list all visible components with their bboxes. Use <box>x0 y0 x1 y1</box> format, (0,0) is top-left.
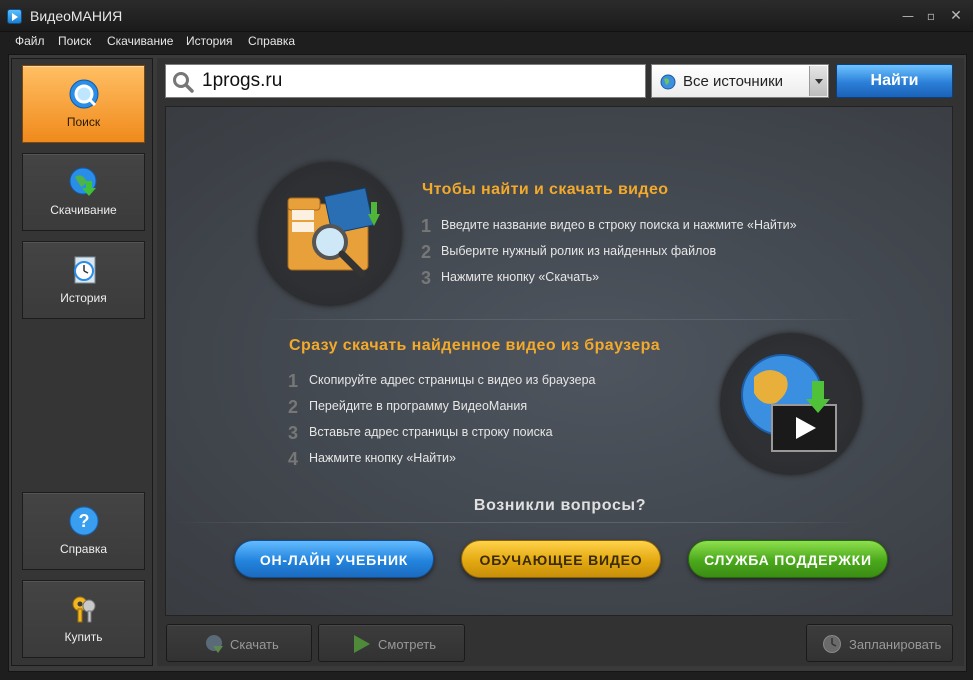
minimize-button[interactable]: — <box>897 6 919 26</box>
chevron-down-icon[interactable] <box>809 66 827 96</box>
sidebar-item-download[interactable]: Скачивание <box>22 153 145 231</box>
section2-step: Перейдите в программу ВидеоМания <box>309 399 528 413</box>
step-number: 4 <box>288 449 299 469</box>
menu-search[interactable]: Поиск <box>58 34 91 48</box>
menu-download[interactable]: Скачивание <box>107 34 173 48</box>
help-question-icon: ? <box>69 506 99 536</box>
download-globe-icon <box>69 167 97 196</box>
svg-text:?: ? <box>79 511 90 531</box>
section1-step: Нажмите кнопку «Скачать» <box>441 270 600 284</box>
menu-help[interactable]: Справка <box>248 34 295 48</box>
find-button[interactable]: Найти <box>836 64 953 98</box>
history-clock-icon <box>74 256 96 284</box>
clock-icon <box>823 635 841 653</box>
search-box[interactable] <box>165 64 646 98</box>
close-button[interactable]: ✕ <box>945 6 967 26</box>
training-video-button[interactable]: ОБУЧАЮЩЕЕ ВИДЕО <box>461 540 661 578</box>
schedule-button-label: Запланировать <box>849 637 942 652</box>
section1-title: Чтобы найти и скачать видео <box>422 181 669 198</box>
menu-file[interactable]: Файл <box>15 34 45 48</box>
search-input[interactable] <box>202 70 622 92</box>
title-bar: ВидеоМАНИЯ — ▫ ✕ <box>0 0 973 32</box>
step-number: 1 <box>421 216 432 236</box>
section2-step: Вставьте адрес страницы в строку поиска <box>309 425 553 439</box>
sidebar-item-label: Скачивание <box>50 203 117 217</box>
download-icon <box>206 635 223 653</box>
watch-button-label: Смотреть <box>378 637 436 652</box>
section1-step: Выберите нужный ролик из найденных файло… <box>441 244 717 258</box>
sidebar-item-label: История <box>60 291 107 305</box>
source-select[interactable]: Все источники <box>651 64 829 98</box>
browser-illustration <box>720 333 862 475</box>
section1-step: Введите название видео в строку поиска и… <box>441 218 797 232</box>
menu-history[interactable]: История <box>186 34 233 48</box>
step-number: 3 <box>421 268 432 288</box>
step-number: 3 <box>288 423 299 443</box>
download-button-label: Скачать <box>230 637 279 652</box>
step-number: 2 <box>421 242 432 262</box>
support-button[interactable]: СЛУЖБА ПОДДЕРЖКИ <box>688 540 888 578</box>
sidebar-item-help[interactable]: ? Справка <box>22 492 145 570</box>
watch-button[interactable]: Смотреть <box>318 624 465 662</box>
sidebar-item-label: Купить <box>64 630 103 644</box>
globe-video-download-icon <box>741 354 837 452</box>
maximize-button[interactable]: ▫ <box>920 6 942 26</box>
section-divider <box>265 319 865 320</box>
sidebar: Поиск Скачивание История ? Справка Купит… <box>11 58 153 666</box>
download-button[interactable]: Скачать <box>166 624 312 662</box>
folder-search-icon <box>287 187 380 278</box>
section2-step: Нажмите кнопку «Найти» <box>309 451 456 465</box>
sidebar-item-buy[interactable]: Купить <box>22 580 145 658</box>
section2-title: Сразу скачать найденное видео из браузер… <box>289 337 661 354</box>
key-icon <box>72 596 96 623</box>
step-number: 2 <box>288 397 299 417</box>
questions-divider <box>175 522 865 523</box>
step-number: 1 <box>288 371 299 391</box>
search-illustration <box>258 162 402 306</box>
sidebar-item-label: Поиск <box>66 115 101 129</box>
section2-step: Скопируйте адрес страницы с видео из бра… <box>309 373 596 387</box>
app-logo-icon <box>7 9 22 24</box>
search-icon <box>173 72 194 93</box>
sidebar-item-search[interactable]: Поиск <box>22 65 145 143</box>
questions-title: Возникли вопросы? <box>473 497 647 514</box>
menu-bar: Файл Поиск Скачивание История Справка <box>0 32 973 52</box>
online-tutorial-button[interactable]: ОН-ЛАЙН УЧЕБНИК <box>234 540 434 578</box>
sidebar-item-label: Справка <box>59 542 108 556</box>
window-title: ВидеоМАНИЯ <box>30 8 123 24</box>
play-icon <box>354 635 370 653</box>
globe-icon <box>660 74 676 90</box>
source-select-value: Все источники <box>683 73 784 90</box>
search-globe-icon <box>69 79 99 109</box>
sidebar-item-history[interactable]: История <box>22 241 145 319</box>
schedule-button[interactable]: Запланировать <box>806 624 953 662</box>
